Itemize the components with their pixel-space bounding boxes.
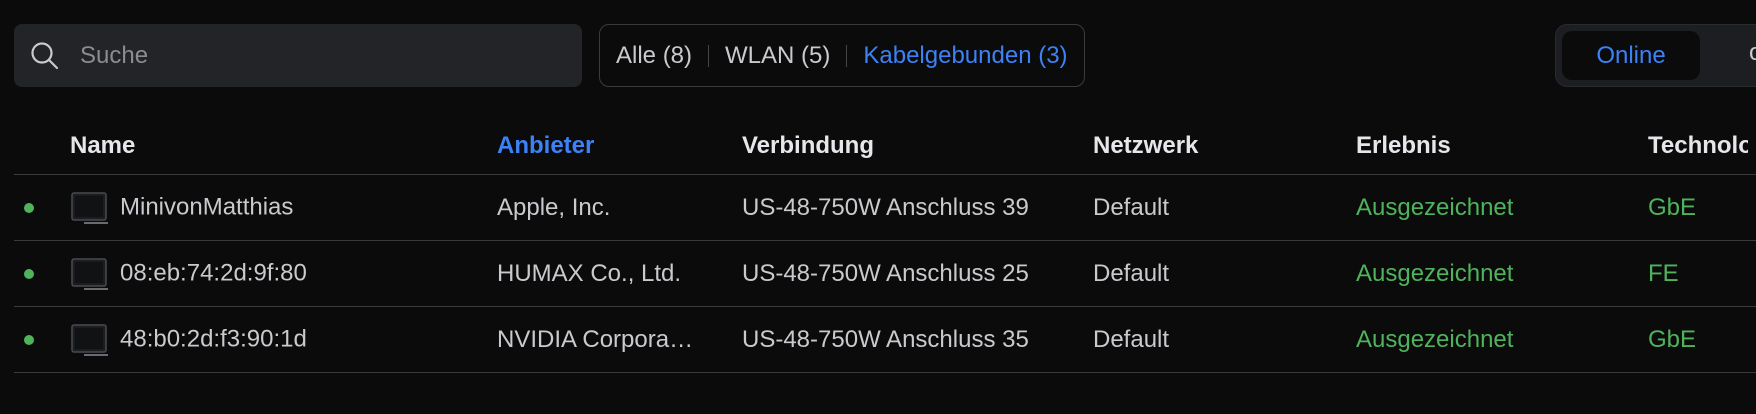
desktop-monitor-icon xyxy=(71,191,108,224)
name-cell: MinivonMatthias xyxy=(70,174,497,241)
filter-wlan[interactable]: WLAN (5) xyxy=(725,42,830,70)
status-cell xyxy=(14,240,70,307)
filter-wired[interactable]: Kabelgebunden (3) xyxy=(863,42,1067,70)
technology-cell: FE xyxy=(1648,240,1756,307)
status-cell xyxy=(14,306,70,373)
table-row[interactable]: 48:b0:2d:f3:90:1d NVIDIA Corpora… US-48-… xyxy=(14,306,1756,373)
column-header-network[interactable]: Netzwerk xyxy=(1093,118,1356,175)
column-header-name[interactable]: Name xyxy=(70,118,497,175)
connection-cell: US-48-750W Anschluss 25 xyxy=(742,240,1093,307)
technology-cell: GbE xyxy=(1648,174,1756,241)
column-header-connection[interactable]: Verbindung xyxy=(742,118,1093,175)
desktop-monitor-icon xyxy=(71,323,108,356)
network-cell: Default xyxy=(1093,240,1356,307)
network-cell: Default xyxy=(1093,306,1356,373)
connection-cell: US-48-750W Anschluss 39 xyxy=(742,174,1093,241)
column-header-vendor[interactable]: Anbieter xyxy=(497,118,742,175)
experience-cell: Ausgezeichnet xyxy=(1356,306,1648,373)
search-box[interactable] xyxy=(14,24,582,87)
status-column-header xyxy=(14,118,70,175)
column-header-technology-label: Technolo xyxy=(1648,132,1748,159)
device-name: 08:eb:74:2d:9f:80 xyxy=(120,258,307,286)
filter-all[interactable]: Alle (8) xyxy=(616,42,692,70)
status-cell xyxy=(14,174,70,241)
online-status-dot xyxy=(24,203,34,214)
device-name: MinivonMatthias xyxy=(120,192,294,220)
experience-cell: Ausgezeichnet xyxy=(1356,240,1648,307)
technology-cell: GbE xyxy=(1648,306,1756,373)
column-header-experience[interactable]: Erlebnis xyxy=(1356,118,1648,175)
vendor-cell: HUMAX Co., Ltd. xyxy=(497,240,742,307)
vendor-cell: NVIDIA Corpora… xyxy=(497,306,742,373)
network-cell: Default xyxy=(1093,174,1356,241)
experience-cell: Ausgezeichnet xyxy=(1356,174,1648,241)
column-header-technology[interactable]: Technolo xyxy=(1648,118,1756,175)
desktop-monitor-icon xyxy=(71,257,108,290)
search-icon xyxy=(31,41,59,69)
status-online-option[interactable]: Online xyxy=(1562,31,1700,80)
name-cell: 48:b0:2d:f3:90:1d xyxy=(70,306,497,373)
online-status-dot xyxy=(24,335,34,346)
filter-divider xyxy=(708,44,710,67)
vendor-cell: Apple, Inc. xyxy=(497,174,742,241)
table-row[interactable]: 08:eb:74:2d:9f:80 HUMAX Co., Ltd. US-48-… xyxy=(14,240,1756,307)
status-offline-option[interactable]: of xyxy=(1749,39,1756,67)
filter-divider xyxy=(846,44,848,67)
name-cell: 08:eb:74:2d:9f:80 xyxy=(70,240,497,307)
device-name: 48:b0:2d:f3:90:1d xyxy=(120,324,307,352)
connection-cell: US-48-750W Anschluss 35 xyxy=(742,306,1093,373)
search-input[interactable] xyxy=(78,40,542,71)
table-header-row: Name Anbieter Verbindung Netzwerk Erlebn… xyxy=(14,118,1756,175)
device-table: Name Anbieter Verbindung Netzwerk Erlebn… xyxy=(14,118,1756,373)
status-toggle: Online of xyxy=(1555,24,1756,87)
table-row[interactable]: MinivonMatthias Apple, Inc. US-48-750W A… xyxy=(14,174,1756,241)
online-status-dot xyxy=(24,269,34,280)
connection-filter: Alle (8) WLAN (5) Kabelgebunden (3) xyxy=(599,24,1085,87)
toolbar: Alle (8) WLAN (5) Kabelgebunden (3) Onli… xyxy=(14,24,1756,88)
